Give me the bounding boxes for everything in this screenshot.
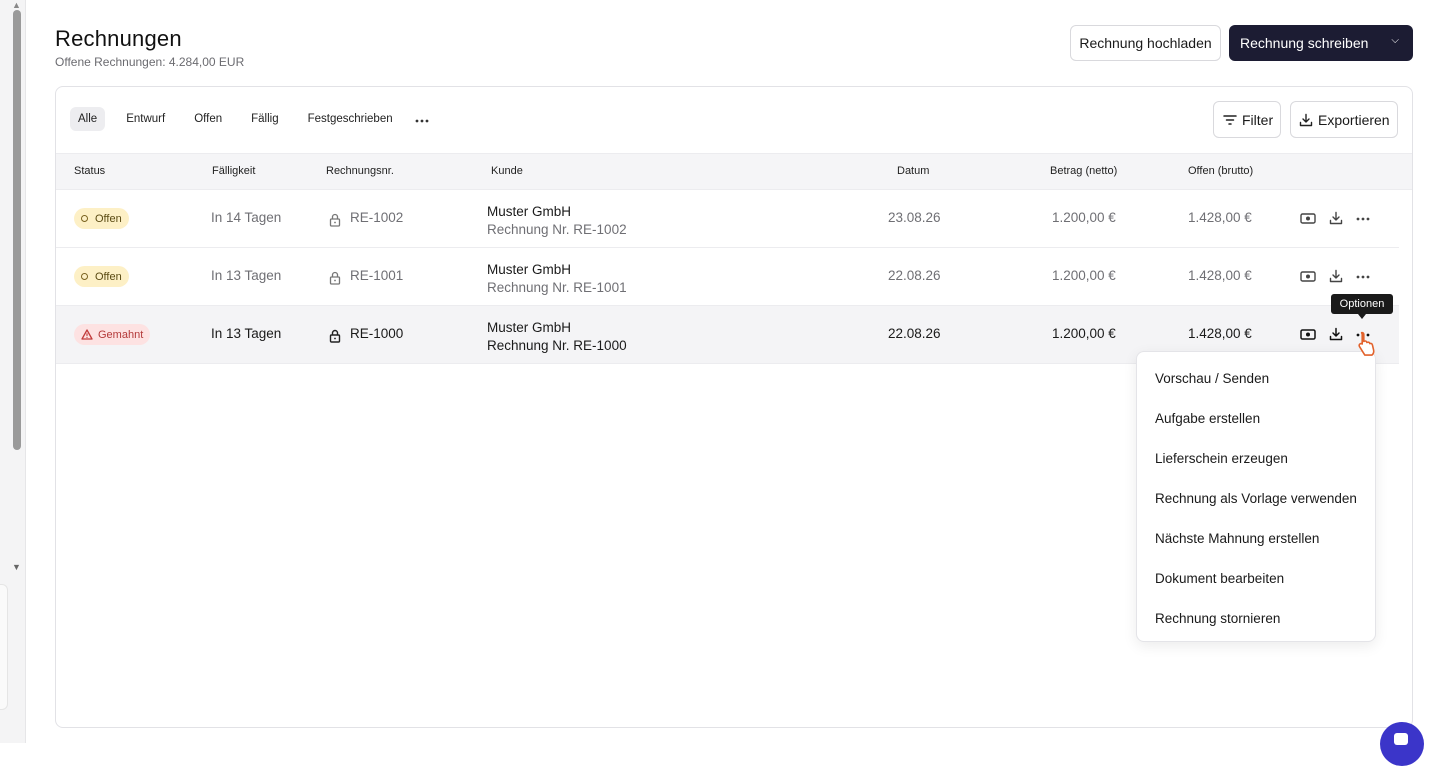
column-status[interactable]: Status	[74, 165, 105, 177]
filter-icon	[1223, 114, 1237, 125]
customer-cell: Muster GmbH Rechnung Nr. RE-1001	[487, 261, 627, 297]
net-amount-cell: 1.200,00 €	[1052, 210, 1116, 225]
chevron-down-icon[interactable]: ⌵	[1391, 35, 1399, 46]
write-invoice-label: Rechnung schreiben	[1240, 35, 1369, 51]
customer-name: Muster GmbH	[487, 204, 572, 219]
menu-item-delivery-note[interactable]: Lieferschein erzeugen	[1137, 438, 1375, 478]
more-options-icon[interactable]	[1355, 274, 1371, 280]
menu-item-edit-document[interactable]: Dokument bearbeiten	[1137, 558, 1375, 598]
circle-icon	[81, 215, 88, 222]
menu-item-use-as-template[interactable]: Rechnung als Vorlage verwenden	[1137, 478, 1375, 518]
hand-cursor-icon	[1358, 331, 1375, 356]
tooltip-arrow	[1358, 314, 1366, 319]
filter-label: Filter	[1242, 111, 1274, 128]
status-badge: Offen	[74, 266, 129, 287]
open-amount-cell: 1.428,00 €	[1188, 210, 1252, 225]
due-cell: In 13 Tagen	[211, 268, 282, 283]
warning-icon	[81, 329, 93, 340]
status-badge: Gemahnt	[74, 324, 151, 345]
customer-name: Muster GmbH	[487, 320, 572, 335]
chat-widget-button[interactable]	[1380, 722, 1424, 766]
scroll-up-arrow-icon[interactable]: ▲	[12, 0, 21, 10]
download-icon	[1299, 113, 1313, 126]
status-label: Offen	[95, 212, 122, 225]
download-icon[interactable]	[1329, 269, 1343, 283]
lock-icon	[329, 271, 341, 285]
download-icon[interactable]	[1329, 327, 1343, 341]
menu-item-preview-send[interactable]: Vorschau / Senden	[1137, 358, 1375, 398]
table-row[interactable]: Offen In 14 Tagen RE-1002 Muster GmbH Re…	[56, 190, 1399, 248]
menu-item-cancel-invoice[interactable]: Rechnung stornieren	[1137, 598, 1375, 638]
lock-icon	[329, 213, 341, 227]
sidebar-panel	[0, 584, 8, 710]
scroll-down-arrow-icon[interactable]: ▼	[12, 562, 21, 572]
open-amount-cell: 1.428,00 €	[1188, 268, 1252, 283]
invoice-number-cell[interactable]: RE-1001	[350, 268, 403, 283]
page-title: Rechnungen	[55, 26, 182, 51]
customer-cell: Muster GmbH Rechnung Nr. RE-1000	[487, 319, 627, 355]
export-button[interactable]: Exportieren	[1290, 101, 1398, 138]
customer-invoice-ref: Rechnung Nr. RE-1002	[487, 222, 627, 237]
menu-item-next-reminder[interactable]: Nächste Mahnung erstellen	[1137, 518, 1375, 558]
download-icon[interactable]	[1329, 211, 1343, 225]
menu-item-create-task[interactable]: Aufgabe erstellen	[1137, 398, 1375, 438]
due-cell: In 14 Tagen	[211, 210, 282, 225]
circle-icon	[81, 273, 88, 280]
write-invoice-button[interactable]: Rechnung schreiben ⌵	[1229, 25, 1413, 61]
invoice-number-cell[interactable]: RE-1002	[350, 210, 403, 225]
date-cell: 22.08.26	[888, 268, 941, 283]
customer-invoice-ref: Rechnung Nr. RE-1000	[487, 338, 627, 353]
customer-name: Muster GmbH	[487, 262, 572, 277]
export-label: Exportieren	[1318, 111, 1390, 128]
open-amount-cell: 1.428,00 €	[1188, 326, 1252, 341]
tab-offen[interactable]: Offen	[186, 107, 230, 131]
options-menu: Vorschau / Senden Aufgabe erstellen Lief…	[1136, 351, 1376, 642]
invoice-number-cell[interactable]: RE-1000	[350, 326, 403, 341]
column-date[interactable]: Datum	[897, 165, 929, 177]
column-number[interactable]: Rechnungsnr.	[326, 165, 394, 177]
date-cell: 22.08.26	[888, 326, 941, 341]
due-cell: In 13 Tagen	[211, 326, 282, 341]
table-header: Status Fälligkeit Rechnungsnr. Kunde Dat…	[56, 153, 1412, 190]
net-amount-cell: 1.200,00 €	[1052, 326, 1116, 341]
status-label: Gemahnt	[98, 328, 144, 341]
chat-icon	[1394, 733, 1408, 745]
tab-alle[interactable]: Alle	[70, 107, 106, 131]
page-header: Rechnungen Offene Rechnungen: 4.284,00 E…	[55, 26, 244, 69]
tab-faellig[interactable]: Fällig	[243, 107, 286, 131]
status-label: Offen	[95, 270, 122, 283]
date-cell: 23.08.26	[888, 210, 941, 225]
scrollbar-thumb[interactable]	[13, 10, 21, 450]
status-tabs: Alle Entwurf Offen Fällig Festgeschriebe…	[70, 107, 430, 131]
status-badge: Offen	[74, 208, 129, 229]
column-net[interactable]: Betrag (netto)	[1050, 165, 1117, 177]
customer-cell: Muster GmbH Rechnung Nr. RE-1002	[487, 203, 627, 239]
options-tooltip: Optionen	[1331, 294, 1393, 314]
more-options-icon[interactable]	[1355, 216, 1371, 222]
column-due[interactable]: Fälligkeit	[212, 165, 255, 177]
column-customer[interactable]: Kunde	[491, 165, 523, 177]
filter-button[interactable]: Filter	[1213, 101, 1281, 138]
page-subtitle: Offene Rechnungen: 4.284,00 EUR	[55, 55, 245, 69]
upload-invoice-button[interactable]: Rechnung hochladen	[1070, 25, 1221, 61]
customer-invoice-ref: Rechnung Nr. RE-1001	[487, 280, 627, 295]
payment-icon[interactable]	[1300, 327, 1316, 341]
net-amount-cell: 1.200,00 €	[1052, 268, 1116, 283]
payment-icon[interactable]	[1300, 211, 1316, 225]
tab-festgeschrieben[interactable]: Festgeschrieben	[300, 107, 401, 131]
table-row[interactable]: Offen In 13 Tagen RE-1001 Muster GmbH Re…	[56, 248, 1399, 306]
more-tabs-icon[interactable]	[414, 111, 430, 127]
tab-entwurf[interactable]: Entwurf	[118, 107, 173, 131]
column-open[interactable]: Offen (brutto)	[1188, 165, 1253, 177]
payment-icon[interactable]	[1300, 269, 1316, 283]
lock-icon	[329, 329, 341, 343]
